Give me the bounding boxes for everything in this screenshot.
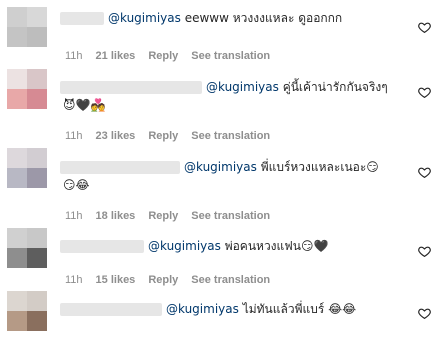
avatar-tile bbox=[7, 69, 27, 89]
comment-meta: 11h 23 likes Reply See translation bbox=[65, 130, 283, 142]
avatar-tile bbox=[27, 228, 47, 248]
avatar-tile bbox=[27, 248, 47, 268]
likes-count[interactable]: 23 likes bbox=[96, 130, 136, 142]
likes-count[interactable]: 21 likes bbox=[96, 50, 136, 62]
comment-body: พ่อคนหวงแฟน😏🖤 bbox=[220, 239, 329, 253]
avatar-tile bbox=[7, 248, 27, 268]
reply-button[interactable]: Reply bbox=[148, 50, 178, 62]
comment-body: eewww หวงงงแหละ ดูออกกก bbox=[180, 11, 343, 25]
username-redacted[interactable] bbox=[60, 81, 202, 94]
reply-button[interactable]: Reply bbox=[148, 274, 178, 286]
avatar-tile bbox=[27, 89, 47, 109]
avatar-tile bbox=[7, 168, 27, 188]
comment-text: @kugimiyas พ่อคนหวงแฟน😏🖤 bbox=[148, 238, 328, 255]
avatar-tile bbox=[27, 27, 47, 47]
likes-count[interactable]: 15 likes bbox=[96, 274, 136, 286]
comment-text: @kugimiyas eewww หวงงงแหละ ดูออกกก bbox=[108, 10, 342, 27]
avatar[interactable] bbox=[7, 148, 47, 188]
heart-icon[interactable] bbox=[418, 86, 431, 99]
avatar-tile bbox=[27, 7, 47, 27]
heart-icon[interactable] bbox=[418, 307, 431, 320]
comment-text: @kugimiyas พี่แบร์หวงแหละเนอะ😏 bbox=[184, 159, 379, 176]
username-redacted[interactable] bbox=[60, 12, 104, 25]
comment-body: ไม่ทันแล้วพี่แบร์ 😂😂 bbox=[238, 302, 357, 316]
avatar[interactable] bbox=[7, 69, 47, 109]
avatar[interactable] bbox=[7, 228, 47, 268]
avatar-tile bbox=[7, 27, 27, 47]
see-translation-link[interactable]: See translation bbox=[191, 50, 270, 62]
comment-meta: 11h 15 likes Reply See translation bbox=[65, 274, 283, 286]
avatar-tile bbox=[27, 69, 47, 89]
see-translation-link[interactable]: See translation bbox=[191, 210, 270, 222]
mention-link[interactable]: @kugimiyas bbox=[184, 160, 257, 174]
comment-time[interactable]: 11h bbox=[65, 130, 83, 142]
avatar[interactable] bbox=[7, 291, 47, 331]
comment-meta: 11h 18 likes Reply See translation bbox=[65, 210, 283, 222]
comment-text: @kugimiyas ไม่ทันแล้วพี่แบร์ 😂😂 bbox=[166, 301, 356, 318]
mention-link[interactable]: @kugimiyas bbox=[206, 80, 279, 94]
avatar-tile bbox=[7, 148, 27, 168]
heart-icon[interactable] bbox=[418, 21, 431, 34]
avatar-tile bbox=[27, 311, 47, 331]
avatar-tile bbox=[7, 89, 27, 109]
avatar-tile bbox=[27, 168, 47, 188]
username-redacted[interactable] bbox=[60, 240, 144, 253]
heart-icon[interactable] bbox=[418, 166, 431, 179]
comment-text: @kugimiyas คู่นี้เค้าน่ารักกันจริงๆ bbox=[206, 79, 388, 96]
see-translation-link[interactable]: See translation bbox=[191, 130, 270, 142]
heart-icon[interactable] bbox=[418, 245, 431, 258]
comment-time[interactable]: 11h bbox=[65, 274, 83, 286]
mention-link[interactable]: @kugimiyas bbox=[166, 302, 239, 316]
avatar-tile bbox=[27, 291, 47, 311]
comment-body: คู่นี้เค้าน่ารักกันจริงๆ bbox=[278, 80, 388, 94]
mention-link[interactable]: @kugimiyas bbox=[148, 239, 221, 253]
avatar-tile bbox=[7, 228, 27, 248]
comment-emoji-line: 😏😂 bbox=[63, 178, 90, 192]
avatar-tile bbox=[7, 7, 27, 27]
reply-button[interactable]: Reply bbox=[148, 210, 178, 222]
comment-body: พี่แบร์หวงแหละเนอะ😏 bbox=[256, 160, 379, 174]
comment-time[interactable]: 11h bbox=[65, 50, 83, 62]
username-redacted[interactable] bbox=[60, 303, 162, 316]
comment-time[interactable]: 11h bbox=[65, 210, 83, 222]
avatar-tile bbox=[7, 291, 27, 311]
avatar-tile bbox=[27, 148, 47, 168]
see-translation-link[interactable]: See translation bbox=[191, 274, 270, 286]
reply-button[interactable]: Reply bbox=[148, 130, 178, 142]
likes-count[interactable]: 18 likes bbox=[96, 210, 136, 222]
avatar[interactable] bbox=[7, 7, 47, 47]
avatar-tile bbox=[7, 311, 27, 331]
username-redacted[interactable] bbox=[60, 161, 180, 174]
comment-emoji-line: 😈🖤💑 bbox=[63, 98, 106, 112]
comment-meta: 11h 21 likes Reply See translation bbox=[65, 50, 283, 62]
mention-link[interactable]: @kugimiyas bbox=[108, 11, 181, 25]
